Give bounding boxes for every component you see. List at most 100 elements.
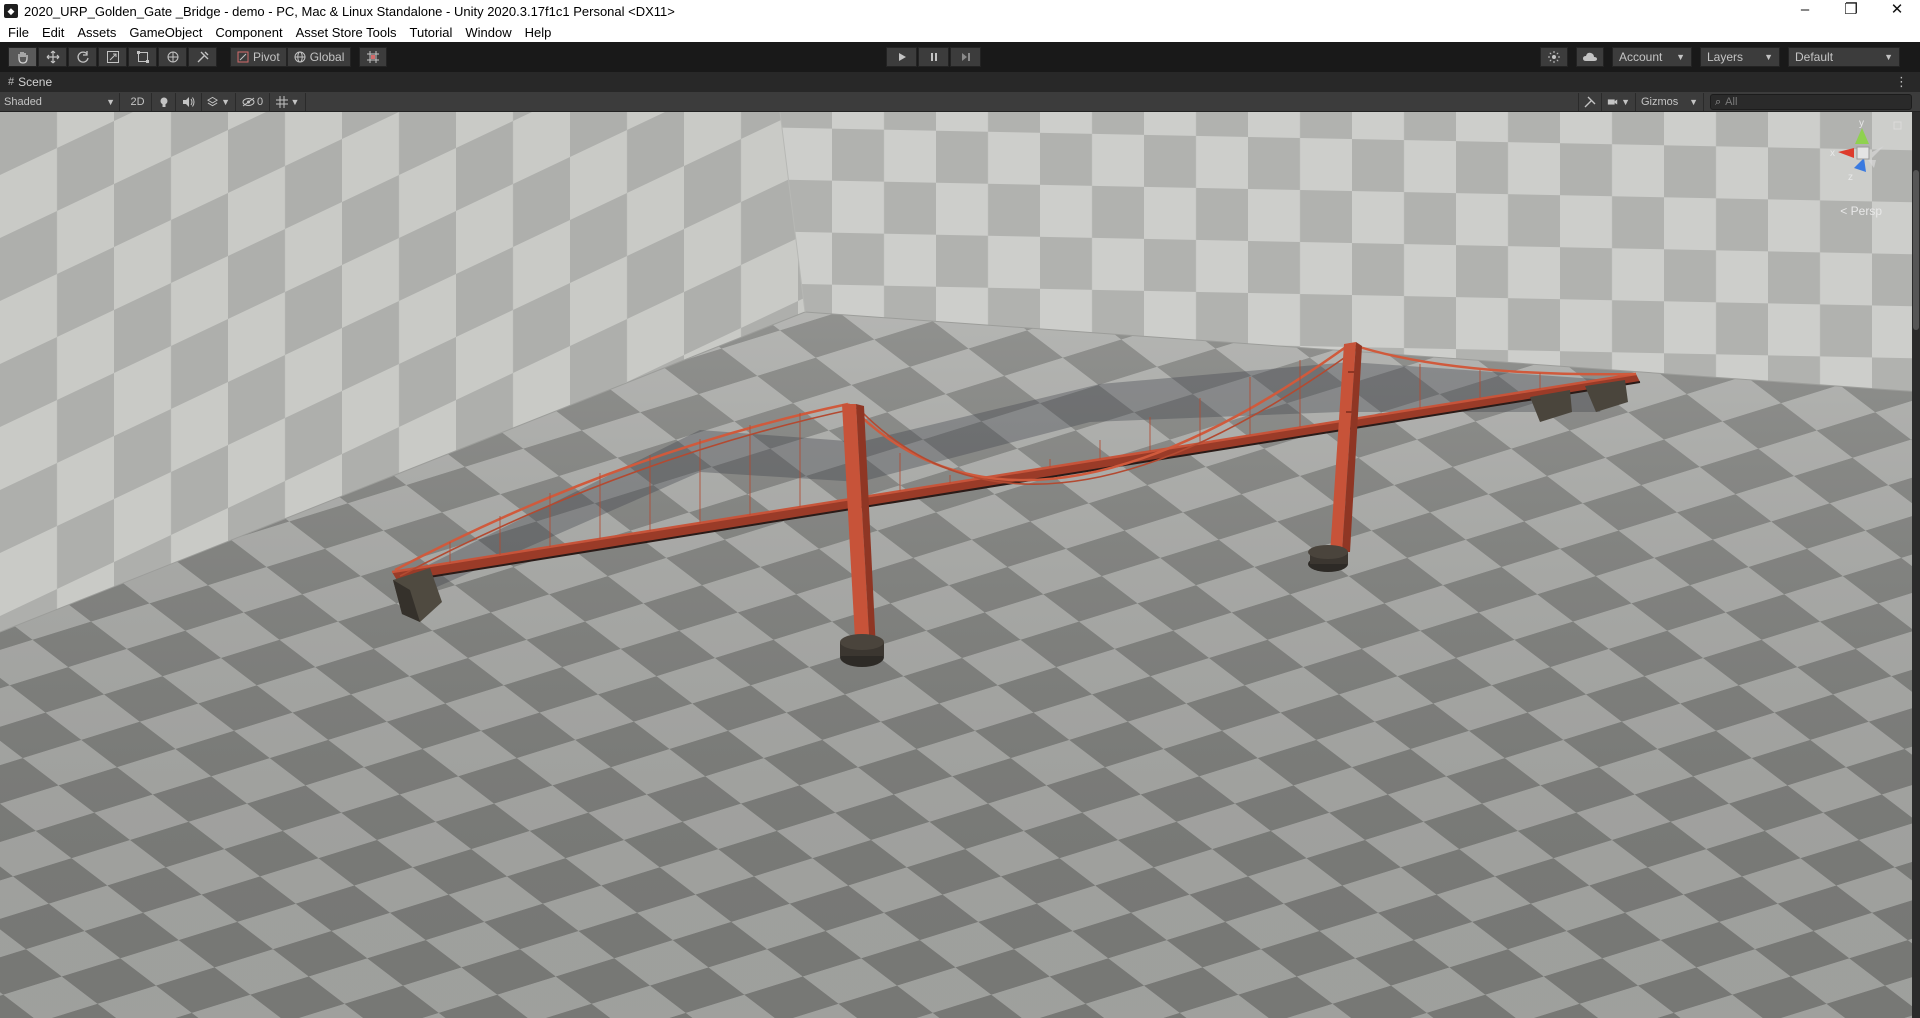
menu-component[interactable]: Component <box>215 25 288 40</box>
account-label: Account <box>1619 50 1663 64</box>
menu-file[interactable]: File <box>8 25 35 40</box>
chevron-down-icon: ▼ <box>1676 52 1685 62</box>
rotate-tool-button[interactable] <box>68 47 97 67</box>
projection-toggle[interactable]: < Persp <box>1840 204 1882 218</box>
maximize-button[interactable]: ❐ <box>1828 0 1874 22</box>
scale-icon <box>106 51 119 63</box>
layout-dropdown[interactable]: Default ▼ <box>1788 47 1900 67</box>
menu-asset-store-tools[interactable]: Asset Store Tools <box>296 25 403 40</box>
chevron-down-icon: ▼ <box>221 96 230 107</box>
x-axis-cone-icon[interactable] <box>1838 148 1854 158</box>
pause-button[interactable] <box>918 47 949 67</box>
z-axis-cone-icon[interactable] <box>1854 158 1866 172</box>
scene-toolbar-right: ▼ Gizmos ▼ ⌕ All <box>1578 93 1912 111</box>
unity-logo-icon: ◆ <box>4 4 18 18</box>
pivot-icon <box>237 51 249 63</box>
play-icon <box>898 53 906 61</box>
playback-controls <box>886 47 982 67</box>
tab-scene[interactable]: Scene <box>18 75 52 89</box>
scene-toolbar: Shaded ▼ 2D ▼ 0 ▼ ▼ Gizmos ▼ ⌕ All <box>0 92 1920 112</box>
axis-z-label: z <box>1848 172 1853 183</box>
scene-grid-icon: # <box>8 76 15 88</box>
hand-tool-button[interactable] <box>8 47 37 67</box>
toggle-2d-button[interactable]: 2D <box>124 92 152 111</box>
pivot-toggle[interactable]: Pivot <box>230 47 287 67</box>
menu-edit[interactable]: Edit <box>42 25 70 40</box>
tools-icon <box>1584 96 1596 108</box>
camera-dropdown[interactable]: ▼ <box>1602 93 1636 111</box>
viewport-scrollbar[interactable] <box>1912 112 1920 1018</box>
transform-icon <box>167 51 178 63</box>
scrollbar-thumb[interactable] <box>1913 170 1919 330</box>
hidden-objects-toggle[interactable]: 0 <box>236 92 270 111</box>
more-options-icon[interactable]: ⋮ <box>1895 74 1908 90</box>
shading-mode-dropdown[interactable]: Shaded ▼ <box>0 92 120 111</box>
lock-icon[interactable] <box>1893 121 1902 130</box>
layout-label: Default <box>1795 50 1834 64</box>
hand-icon <box>17 52 28 64</box>
scale-tool-button[interactable] <box>98 47 127 67</box>
y-axis-cone-icon[interactable] <box>1855 128 1869 144</box>
scene-render <box>0 112 1920 1018</box>
rect-tool-button[interactable] <box>128 47 157 67</box>
scene-tools-button[interactable] <box>1578 93 1602 111</box>
global-label: Global <box>309 50 345 64</box>
speaker-icon <box>183 96 195 107</box>
pivot-group: Pivot Global <box>230 47 352 67</box>
scene-search-input[interactable]: ⌕ All <box>1710 94 1912 110</box>
grid-snap-icon <box>367 51 380 63</box>
scene-viewport[interactable]: y x z < Persp <box>0 112 1920 1018</box>
mode-2d-label: 2D <box>130 95 145 108</box>
scene-orientation-gizmo[interactable]: y x z <box>1824 116 1904 196</box>
layers-label: Layers <box>1707 50 1744 64</box>
gizmos-label: Gizmos <box>1641 96 1679 108</box>
move-tool-button[interactable] <box>38 47 67 67</box>
rect-transform-icon <box>136 51 149 63</box>
layers-dropdown[interactable]: Layers ▼ <box>1700 47 1780 67</box>
axis-y-label: y <box>1859 118 1864 129</box>
menu-tutorial[interactable]: Tutorial <box>410 25 459 40</box>
custom-tool-button[interactable] <box>188 47 217 67</box>
gizmos-dropdown[interactable]: Gizmos ▼ <box>1636 93 1704 111</box>
minimize-button[interactable]: – <box>1782 0 1828 22</box>
hidden-eye-icon <box>242 97 255 106</box>
cloud-icon <box>1583 52 1597 61</box>
global-toggle[interactable]: Global <box>286 47 352 67</box>
grid-dropdown[interactable]: ▼ <box>270 92 306 111</box>
menu-help[interactable]: Help <box>525 25 558 40</box>
menu-assets[interactable]: Assets <box>77 25 122 40</box>
scene-tab-header: # Scene ⋮ <box>0 72 1920 92</box>
globe-icon <box>294 51 306 63</box>
close-button[interactable]: ✕ <box>1874 0 1920 22</box>
main-toolbar: Pivot Global Account ▼ Layers ▼ Default … <box>0 42 1920 72</box>
lighting-toggle[interactable] <box>152 92 176 111</box>
toolbar-right: Account ▼ Layers ▼ Default ▼ <box>1540 47 1900 67</box>
transform-tools <box>8 47 218 67</box>
pause-icon <box>930 53 937 61</box>
move-icon <box>46 50 59 64</box>
window-title: 2020_URP_Golden_Gate _Bridge - demo - PC… <box>24 3 675 19</box>
cloud-button[interactable] <box>1576 47 1604 67</box>
chevron-down-icon: ▼ <box>1884 52 1893 62</box>
grid-snap-button[interactable] <box>359 47 388 67</box>
menu-bar: File Edit Assets GameObject Component As… <box>0 22 1920 42</box>
account-dropdown[interactable]: Account ▼ <box>1612 47 1692 67</box>
pivot-label: Pivot <box>253 50 280 64</box>
collab-icon <box>1548 51 1560 63</box>
layers-stack-icon <box>207 96 219 106</box>
play-button[interactable] <box>886 47 917 67</box>
transform-tool-button[interactable] <box>158 47 187 67</box>
tools-icon <box>197 51 208 63</box>
step-icon <box>961 53 970 61</box>
rotate-icon <box>76 51 89 63</box>
effects-dropdown[interactable]: ▼ <box>202 92 236 111</box>
menu-window[interactable]: Window <box>465 25 517 40</box>
title-bar: ◆ 2020_URP_Golden_Gate _Bridge - demo - … <box>0 0 1920 22</box>
search-icon: ⌕ <box>1715 95 1722 108</box>
collab-button[interactable] <box>1540 47 1568 67</box>
audio-toggle[interactable] <box>176 92 202 111</box>
menu-gameobject[interactable]: GameObject <box>129 25 208 40</box>
shading-mode-label: Shaded <box>4 95 42 108</box>
chevron-down-icon: ▼ <box>290 96 300 107</box>
step-button[interactable] <box>950 47 981 67</box>
